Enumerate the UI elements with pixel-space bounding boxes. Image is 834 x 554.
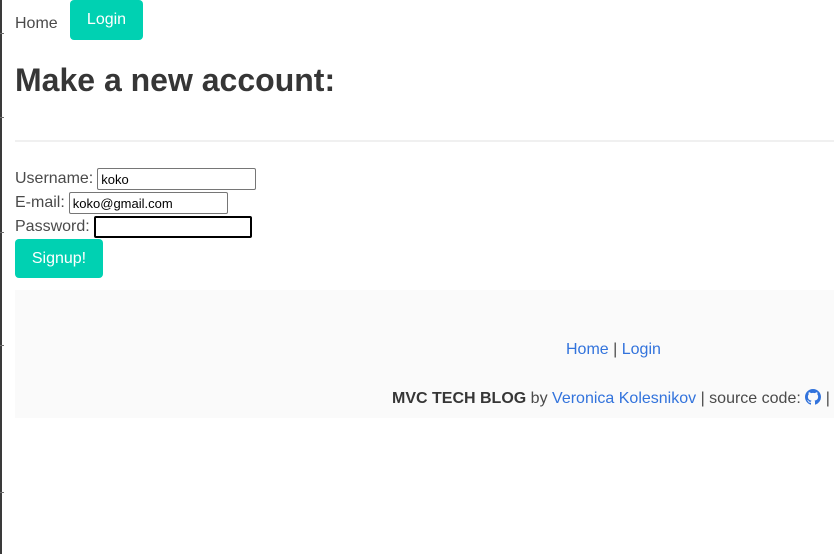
password-input[interactable] — [93, 216, 252, 238]
signup-form: Username: E-mail: Password: — [15, 167, 257, 239]
email-input[interactable] — [68, 192, 228, 214]
edge-tick — [0, 345, 4, 346]
footer-credits: MVC TECH BLOG by Veronica Kolesnikov | s… — [392, 389, 834, 410]
footer-home-link[interactable]: Home — [566, 341, 609, 358]
signup-button[interactable]: Signup! — [15, 239, 103, 278]
footer-separator: | — [613, 341, 618, 358]
nav-login-button[interactable]: Login — [70, 0, 143, 40]
email-label: E-mail: — [15, 194, 65, 211]
window-edge — [0, 0, 4, 554]
github-icon[interactable] — [805, 389, 822, 410]
email-row: E-mail: — [15, 191, 256, 215]
username-row: Username: — [15, 167, 257, 191]
page-title: Make a new account: — [15, 62, 336, 98]
divider — [15, 140, 834, 142]
edge-tick — [0, 492, 4, 493]
password-row: Password: — [15, 215, 256, 239]
username-input[interactable] — [97, 168, 257, 190]
edge-tick — [0, 33, 4, 34]
password-label: Password: — [15, 218, 90, 235]
brand-name: MVC TECH BLOG — [392, 390, 527, 407]
footer-login-link[interactable]: Login — [622, 341, 661, 358]
footer: Home | Login MVC TECH BLOG by Veronica K… — [15, 290, 834, 418]
username-label: Username: — [15, 170, 94, 187]
nav-home-link[interactable]: Home — [15, 15, 58, 33]
edge-tick — [0, 232, 4, 233]
edge-tick — [0, 117, 4, 118]
author-link[interactable]: Veronica Kolesnikov — [552, 390, 696, 407]
source-code-label: | source code: — [700, 390, 801, 407]
footer-links: Home | Login — [566, 341, 661, 359]
icon-separator: | — [825, 390, 830, 407]
by-text: by — [530, 390, 548, 407]
